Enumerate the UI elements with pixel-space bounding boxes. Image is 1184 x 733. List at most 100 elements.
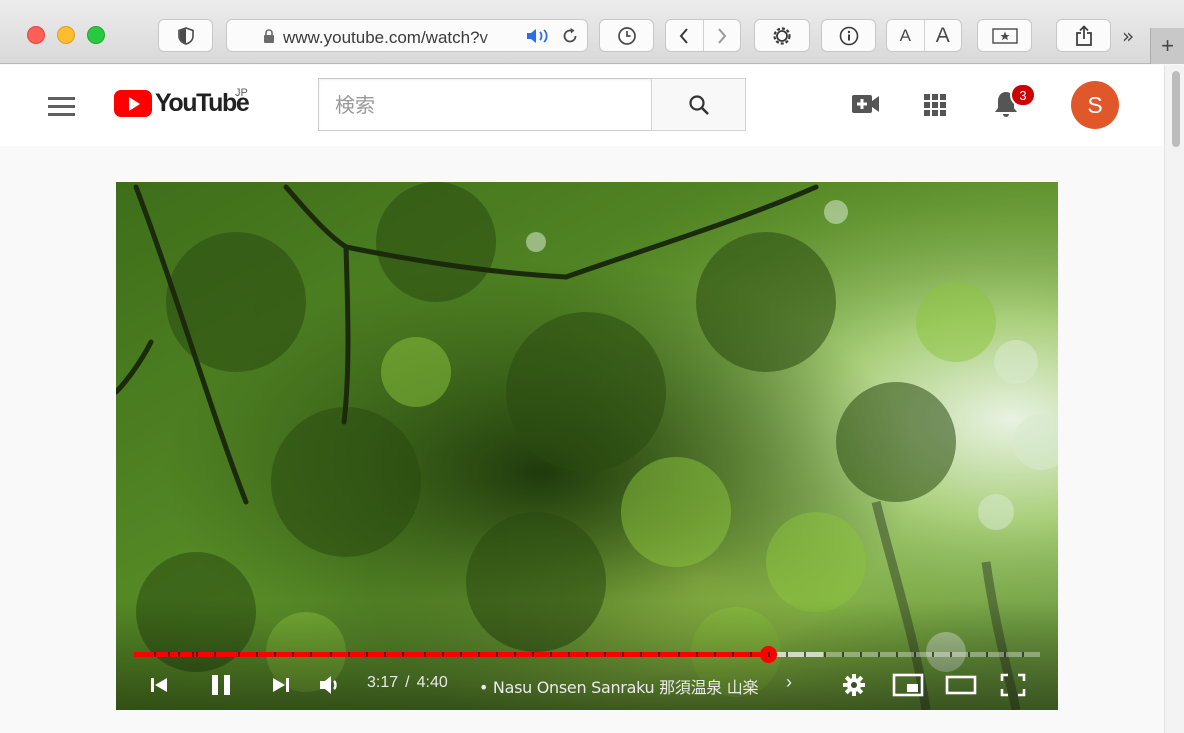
chapter-marker <box>274 652 276 657</box>
skip-previous-icon <box>151 678 167 692</box>
chapter-marker <box>842 652 844 657</box>
chapter-marker <box>804 652 806 657</box>
chapter-marker <box>496 652 498 657</box>
url-fade <box>481 22 517 50</box>
chapter-marker <box>366 652 368 657</box>
duration: 4:40 <box>416 674 448 691</box>
extension-settings-button[interactable] <box>754 19 810 52</box>
volume-icon <box>320 676 337 694</box>
gear-icon <box>843 674 865 696</box>
back-forward-buttons <box>665 19 741 52</box>
chapter-title[interactable]: • Nasu Onsen Sanraku 那須温泉 山楽 <box>479 674 758 698</box>
avatar[interactable]: S <box>1071 81 1119 129</box>
text-size-buttons: A A <box>886 19 962 52</box>
pause-icon <box>212 675 230 695</box>
chapter-marker <box>860 652 862 657</box>
text-larger-button[interactable]: A <box>923 20 962 51</box>
chapter-marker <box>478 652 480 657</box>
audio-playing-icon[interactable] <box>525 28 551 44</box>
chapter-marker <box>696 652 698 657</box>
hamburger-line <box>48 105 75 108</box>
chapter-marker <box>310 652 312 657</box>
minimize-window-button[interactable] <box>57 26 75 44</box>
chapter-marker <box>168 652 170 657</box>
fullscreen-button[interactable] <box>998 668 1028 702</box>
progress-played <box>134 652 769 657</box>
share-icon <box>1075 24 1092 46</box>
chapter-marker <box>824 652 826 657</box>
chapter-marker <box>460 652 462 657</box>
theater-mode-button[interactable] <box>942 668 980 702</box>
chapter-marker <box>196 652 198 657</box>
chapter-marker <box>154 652 156 657</box>
close-window-button[interactable] <box>27 26 45 44</box>
guide-menu-button[interactable] <box>48 97 75 121</box>
chapter-marker <box>950 652 952 657</box>
zoom-window-button[interactable] <box>87 26 105 44</box>
chapter-marker <box>768 652 770 657</box>
next-button[interactable] <box>268 668 294 702</box>
chapter-marker <box>658 652 660 657</box>
current-time: 3:17 <box>367 674 399 691</box>
info-button[interactable] <box>821 19 876 52</box>
youtube-masthead: YouTube JP 3 S <box>0 65 1164 146</box>
chapter-marker <box>532 652 534 657</box>
chapter-marker <box>878 652 880 657</box>
chapter-marker <box>986 652 988 657</box>
back-button[interactable] <box>666 20 703 51</box>
scrollbar-thumb[interactable] <box>1172 71 1180 147</box>
fullscreen-icon <box>1000 673 1026 697</box>
chapter-marker <box>330 652 332 657</box>
chapter-marker <box>442 652 444 657</box>
apps-grid-icon[interactable] <box>923 93 947 117</box>
text-smaller-button[interactable]: A <box>887 20 924 51</box>
forward-button[interactable] <box>702 20 741 51</box>
mute-button[interactable] <box>316 668 344 702</box>
chapter-marker <box>622 652 624 657</box>
new-tab-button[interactable]: + <box>1150 28 1184 64</box>
search-input[interactable] <box>319 79 652 130</box>
chapter-marker <box>402 652 404 657</box>
reading-list-button[interactable] <box>977 19 1032 52</box>
video-player[interactable]: 3:17 / 4:40 • Nasu Onsen Sanraku 那須温泉 山楽 › <box>116 182 1058 710</box>
browser-toolbar: www.youtube.com/watch?v A A » + <box>0 0 1184 64</box>
chapter-marker <box>568 652 570 657</box>
previous-button[interactable] <box>146 668 172 702</box>
progress-bar[interactable] <box>134 646 1040 663</box>
create-video-icon[interactable] <box>851 94 881 114</box>
more-toolbar-items-button[interactable]: » <box>1122 24 1134 48</box>
privacy-shield-button[interactable] <box>158 19 213 52</box>
chapter-marker <box>192 652 194 657</box>
region-code: JP <box>235 87 248 99</box>
lock-icon <box>264 29 274 43</box>
address-bar[interactable]: www.youtube.com/watch?v <box>226 19 588 52</box>
search-button[interactable] <box>651 78 746 131</box>
bookmark-star-icon <box>991 27 1018 44</box>
hamburger-line <box>48 97 75 100</box>
chapter-marker <box>178 652 180 657</box>
chapter-marker <box>914 652 916 657</box>
chapter-marker <box>750 652 752 657</box>
chapter-marker <box>896 652 898 657</box>
pause-button[interactable] <box>206 668 236 702</box>
youtube-logo[interactable]: YouTube JP <box>114 87 250 118</box>
gear-icon <box>773 26 791 45</box>
player-controls: 3:17 / 4:40 • Nasu Onsen Sanraku 那須温泉 山楽 › <box>116 668 1058 702</box>
reload-icon[interactable] <box>561 27 579 45</box>
chevron-left-icon <box>679 27 689 44</box>
chapter-marker <box>424 652 426 657</box>
page-scrollbar[interactable] <box>1164 65 1184 733</box>
history-button[interactable] <box>599 19 654 52</box>
search-icon <box>688 94 709 115</box>
chapter-chevron[interactable]: › <box>786 672 792 693</box>
chapter-marker <box>678 652 680 657</box>
miniplayer-button[interactable] <box>890 668 926 702</box>
chapter-marker <box>238 652 240 657</box>
chapter-marker <box>1022 652 1024 657</box>
chapter-marker <box>932 652 934 657</box>
settings-button[interactable] <box>840 668 868 702</box>
chapter-marker <box>384 652 386 657</box>
theater-mode-icon <box>945 675 977 695</box>
share-button[interactable] <box>1056 19 1111 52</box>
info-icon <box>839 26 858 45</box>
